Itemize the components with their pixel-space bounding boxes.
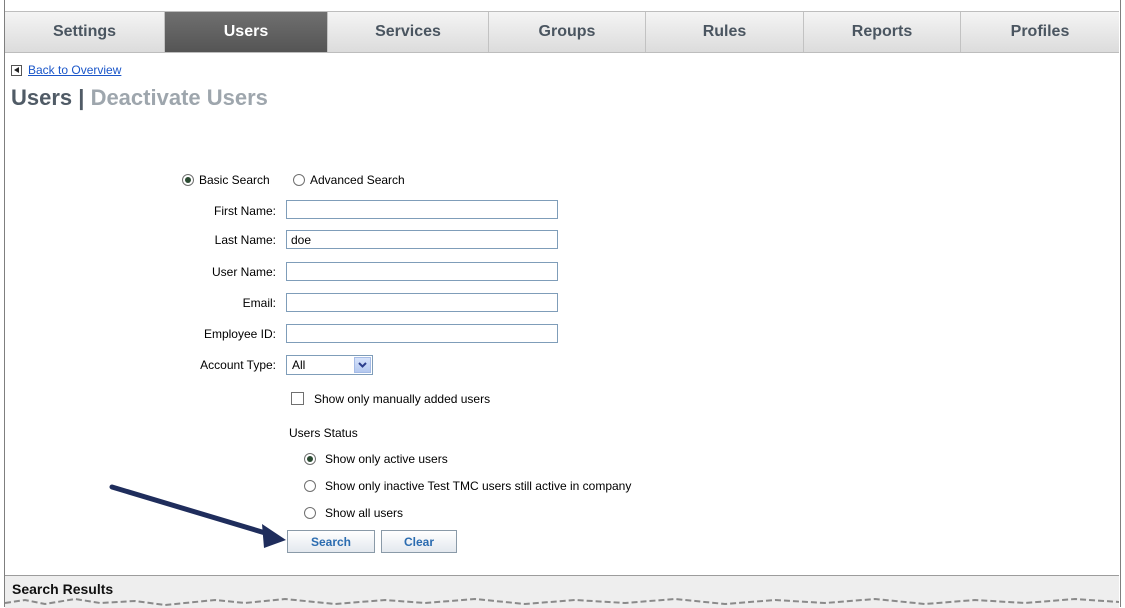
user-name-field[interactable] xyxy=(286,262,558,281)
status-option-all[interactable]: Show all users xyxy=(304,506,403,520)
manual-users-label: Show only manually added users xyxy=(314,392,491,406)
tab-groups[interactable]: Groups xyxy=(489,12,646,52)
advanced-search-option[interactable]: Advanced Search xyxy=(293,173,405,187)
status-option-active[interactable]: Show only active users xyxy=(304,452,448,466)
status-option-inactive-test[interactable]: Show only inactive Test TMC users still … xyxy=(304,479,631,493)
torn-edge-decoration xyxy=(5,598,1119,606)
employee-id-field[interactable] xyxy=(286,324,558,343)
last-name-field[interactable] xyxy=(286,230,558,249)
first-name-field[interactable] xyxy=(286,200,558,219)
clear-button[interactable]: Clear xyxy=(381,530,457,553)
search-results-heading: Search Results xyxy=(12,581,114,597)
status-all-radio[interactable] xyxy=(304,507,316,519)
search-button[interactable]: Search xyxy=(287,530,375,553)
status-inactive-test-label: Show only inactive Test TMC users still … xyxy=(325,479,632,493)
email-field[interactable] xyxy=(286,293,558,312)
tab-rules[interactable]: Rules xyxy=(646,12,804,52)
tab-services[interactable]: Services xyxy=(328,12,489,52)
search-results-section: Search Results xyxy=(5,575,1119,608)
status-inactive-test-radio[interactable] xyxy=(304,480,316,492)
tab-reports[interactable]: Reports xyxy=(804,12,961,52)
chevron-down-icon[interactable] xyxy=(354,357,371,373)
status-all-label: Show all users xyxy=(325,506,404,520)
annotation-arrow xyxy=(109,484,286,548)
status-active-radio[interactable] xyxy=(304,453,316,465)
status-active-label: Show only active users xyxy=(325,452,448,466)
advanced-search-label: Advanced Search xyxy=(310,173,405,187)
tab-profiles[interactable]: Profiles xyxy=(961,12,1119,52)
